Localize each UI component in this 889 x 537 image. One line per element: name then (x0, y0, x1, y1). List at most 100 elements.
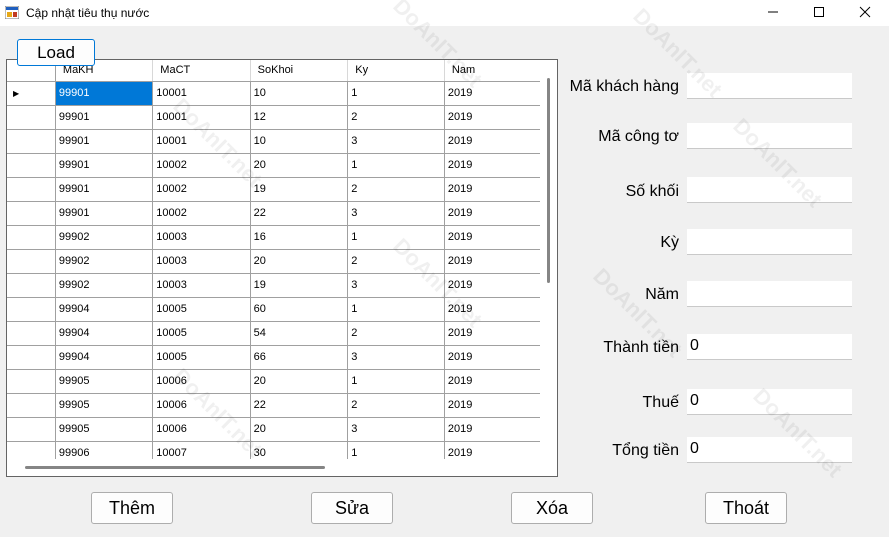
cell-nam[interactable]: 2019 (444, 393, 542, 418)
cell-sokhoi[interactable]: 20 (250, 153, 349, 178)
close-button[interactable] (842, 0, 888, 24)
cell-nam[interactable]: 2019 (444, 345, 542, 370)
ma-khach-hang-input[interactable] (687, 73, 852, 99)
xoa-button[interactable]: Xóa (511, 492, 593, 524)
cell-makh[interactable]: 99905 (55, 393, 154, 418)
cell-makh[interactable]: 99902 (55, 249, 154, 274)
cell-makh[interactable]: 99905 (55, 417, 154, 442)
table-row[interactable]: 99904 10005 60 1 2019 (7, 297, 542, 322)
cell-mact[interactable]: 10002 (152, 201, 251, 226)
column-header-nam[interactable]: Nam (444, 60, 542, 82)
them-button[interactable]: Thêm (91, 492, 173, 524)
cell-ky[interactable]: 3 (347, 417, 445, 442)
cell-makh[interactable]: 99901 (55, 201, 154, 226)
thanh-tien-input[interactable]: 0 (687, 334, 852, 360)
tong-tien-input[interactable]: 0 (687, 437, 852, 463)
cell-ky[interactable]: 1 (347, 297, 445, 322)
row-header[interactable] (7, 369, 56, 394)
cell-ky[interactable]: 3 (347, 345, 445, 370)
horizontal-scrollbar[interactable] (7, 459, 557, 476)
cell-sokhoi[interactable]: 10 (250, 129, 349, 154)
row-header[interactable] (7, 225, 56, 250)
cell-nam[interactable]: 2019 (444, 153, 542, 178)
table-row[interactable]: 99902 10003 19 3 2019 (7, 273, 542, 298)
thue-input[interactable]: 0 (687, 389, 852, 415)
ma-cong-to-input[interactable] (687, 123, 852, 149)
cell-makh[interactable]: 99904 (55, 321, 154, 346)
vertical-scrollbar[interactable] (540, 60, 557, 460)
column-header-ky[interactable]: Ky (347, 60, 445, 82)
cell-sokhoi[interactable]: 66 (250, 345, 349, 370)
cell-mact[interactable]: 10005 (152, 321, 251, 346)
cell-makh[interactable]: 99902 (55, 273, 154, 298)
table-row[interactable]: 99901 10002 19 2 2019 (7, 177, 542, 202)
cell-ky[interactable]: 2 (347, 393, 445, 418)
cell-ky[interactable]: 2 (347, 177, 445, 202)
cell-sokhoi[interactable]: 20 (250, 249, 349, 274)
cell-sokhoi[interactable]: 19 (250, 273, 349, 298)
row-header[interactable] (7, 129, 56, 154)
cell-ky[interactable]: 1 (347, 369, 445, 394)
cell-nam[interactable]: 2019 (444, 321, 542, 346)
cell-nam[interactable]: 2019 (444, 81, 542, 106)
cell-ky[interactable]: 1 (347, 225, 445, 250)
cell-ky[interactable]: 1 (347, 81, 445, 106)
cell-mact[interactable]: 10001 (152, 81, 251, 106)
table-row[interactable]: 99904 10005 54 2 2019 (7, 321, 542, 346)
load-button[interactable]: Load (17, 39, 95, 66)
cell-sokhoi[interactable]: 16 (250, 225, 349, 250)
cell-nam[interactable]: 2019 (444, 129, 542, 154)
row-header[interactable]: ▶ (7, 81, 56, 106)
cell-sokhoi[interactable]: 22 (250, 393, 349, 418)
cell-nam[interactable]: 2019 (444, 441, 542, 460)
row-header[interactable] (7, 153, 56, 178)
cell-sokhoi[interactable]: 10 (250, 81, 349, 106)
horizontal-scroll-thumb[interactable] (25, 466, 325, 469)
nam-input[interactable] (687, 281, 852, 307)
cell-sokhoi[interactable]: 20 (250, 369, 349, 394)
ky-input[interactable] (687, 229, 852, 255)
cell-sokhoi[interactable]: 60 (250, 297, 349, 322)
cell-mact[interactable]: 10003 (152, 273, 251, 298)
sua-button[interactable]: Sửa (311, 492, 393, 524)
cell-ky[interactable]: 3 (347, 273, 445, 298)
cell-makh[interactable]: 99905 (55, 369, 154, 394)
table-row[interactable]: 99905 10006 20 1 2019 (7, 369, 542, 394)
row-header[interactable] (7, 105, 56, 130)
row-header[interactable] (7, 393, 56, 418)
cell-mact[interactable]: 10001 (152, 129, 251, 154)
row-header[interactable] (7, 345, 56, 370)
cell-sokhoi[interactable]: 22 (250, 201, 349, 226)
table-row[interactable]: 99901 10001 10 3 2019 (7, 129, 542, 154)
cell-mact[interactable]: 10002 (152, 153, 251, 178)
cell-mact[interactable]: 10002 (152, 177, 251, 202)
table-row[interactable]: 99901 10002 20 1 2019 (7, 153, 542, 178)
vertical-scroll-thumb[interactable] (547, 78, 550, 283)
table-row[interactable]: 99905 10006 20 3 2019 (7, 417, 542, 442)
cell-makh[interactable]: 99901 (55, 129, 154, 154)
table-row[interactable]: 99906 10007 30 1 2019 (7, 441, 542, 460)
cell-sokhoi[interactable]: 20 (250, 417, 349, 442)
table-row[interactable]: 99904 10005 66 3 2019 (7, 345, 542, 370)
cell-mact[interactable]: 10005 (152, 297, 251, 322)
row-header[interactable] (7, 177, 56, 202)
cell-makh[interactable]: 99901 (55, 105, 154, 130)
cell-nam[interactable]: 2019 (444, 105, 542, 130)
cell-mact[interactable]: 10001 (152, 105, 251, 130)
cell-nam[interactable]: 2019 (444, 249, 542, 274)
cell-ky[interactable]: 2 (347, 321, 445, 346)
cell-makh[interactable]: 99901 (55, 177, 154, 202)
cell-makh[interactable]: 99902 (55, 225, 154, 250)
cell-sokhoi[interactable]: 30 (250, 441, 349, 460)
minimize-button[interactable] (750, 0, 796, 24)
row-header[interactable] (7, 201, 56, 226)
table-row[interactable]: 99901 10002 22 3 2019 (7, 201, 542, 226)
cell-ky[interactable]: 2 (347, 105, 445, 130)
cell-mact[interactable]: 10007 (152, 441, 251, 460)
row-header[interactable] (7, 441, 56, 460)
cell-makh[interactable]: 99904 (55, 297, 154, 322)
row-header[interactable] (7, 417, 56, 442)
table-row[interactable]: 99901 10001 12 2 2019 (7, 105, 542, 130)
cell-makh[interactable]: 99901 (55, 81, 154, 106)
row-header[interactable] (7, 297, 56, 322)
